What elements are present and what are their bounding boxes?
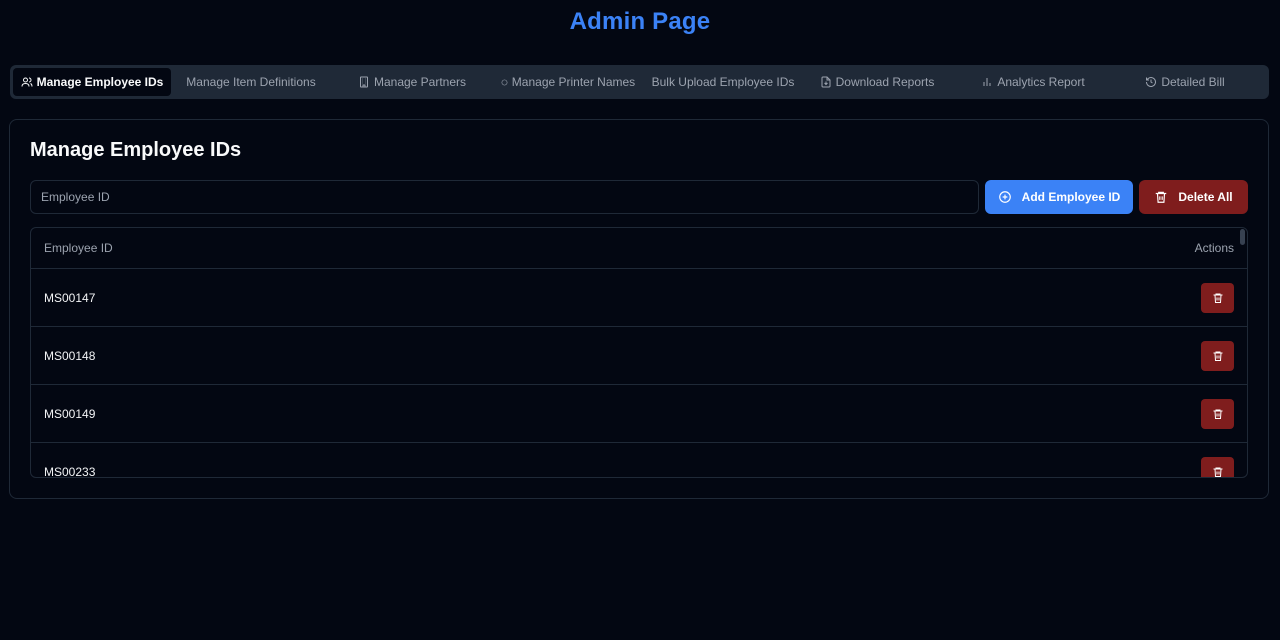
table-header: Employee ID Actions: [31, 228, 1247, 269]
employee-ids-card: Manage Employee IDs Add Employee ID Dele…: [9, 119, 1269, 499]
tab-manage-item-definitions[interactable]: Manage Item Definitions: [171, 68, 331, 96]
employee-table: Employee ID Actions MS00147 MS00148 MS00…: [30, 227, 1248, 478]
employee-id-input[interactable]: [30, 180, 979, 214]
employee-id-cell: MS00147: [44, 290, 96, 305]
tab-manage-employee-ids[interactable]: Manage Employee IDs: [13, 68, 171, 96]
column-header-actions: Actions: [1194, 241, 1234, 255]
tab-label: Detailed Bill: [1161, 75, 1225, 89]
tab-analytics-report[interactable]: Analytics Report: [951, 68, 1115, 96]
tab-label: Bulk Upload Employee IDs: [651, 75, 795, 89]
building-icon: [359, 76, 368, 88]
tab-detailed-bill[interactable]: Detailed Bill: [1115, 68, 1255, 96]
delete-row-button[interactable]: [1201, 398, 1234, 429]
trash-icon: [1213, 293, 1222, 303]
tab-label: Manage Printer Names: [511, 75, 636, 89]
delete-all-button[interactable]: Delete All: [1139, 180, 1248, 214]
table-row: MS00149: [31, 385, 1247, 443]
trash-icon: [1213, 351, 1222, 361]
tab-manage-printer-names[interactable]: Manage Printer Names: [493, 68, 643, 96]
column-header-employee-id: Employee ID: [44, 241, 113, 255]
add-employee-id-button[interactable]: Add Employee ID: [985, 180, 1133, 214]
tab-bulk-upload-employee-ids[interactable]: Bulk Upload Employee IDs: [643, 68, 803, 96]
delete-row-button[interactable]: [1201, 456, 1234, 477]
trash-icon: [1213, 409, 1222, 419]
tab-label: Analytics Report: [997, 75, 1085, 89]
tab-download-reports[interactable]: Download Reports: [803, 68, 951, 96]
delete-all-label: Delete All: [1178, 190, 1233, 204]
table-scrollbar[interactable]: [1240, 229, 1245, 245]
tab-label: Manage Employee IDs: [36, 75, 164, 89]
employee-id-cell: MS00148: [44, 348, 96, 363]
table-row: MS00147: [31, 269, 1247, 327]
tab-manage-partners[interactable]: Manage Partners: [331, 68, 493, 96]
page-title: Admin Page: [569, 8, 711, 35]
tab-label: Manage Partners: [373, 75, 467, 89]
tab-label: Download Reports: [835, 75, 935, 89]
delete-row-button[interactable]: [1201, 282, 1234, 313]
employee-id-cell: MS00149: [44, 406, 96, 421]
employee-id-cell: MS00233: [44, 464, 96, 478]
users-icon: [21, 77, 33, 87]
section-title: Manage Employee IDs: [30, 139, 242, 161]
table-row: MS00148: [31, 327, 1247, 385]
add-button-label: Add Employee ID: [1021, 190, 1121, 204]
table-row: MS00233: [31, 443, 1247, 478]
tab-bar: Manage Employee IDs Manage Item Definiti…: [10, 65, 1269, 99]
history-icon: [1146, 77, 1157, 87]
printer-icon: [501, 79, 508, 85]
trash-icon: [1156, 191, 1167, 203]
bar-chart-icon: [983, 78, 991, 86]
plus-circle-icon: [998, 191, 1011, 203]
file-download-icon: [821, 76, 831, 88]
trash-icon: [1213, 467, 1222, 477]
tab-label: Manage Item Definitions: [186, 75, 316, 89]
delete-row-button[interactable]: [1201, 340, 1234, 371]
